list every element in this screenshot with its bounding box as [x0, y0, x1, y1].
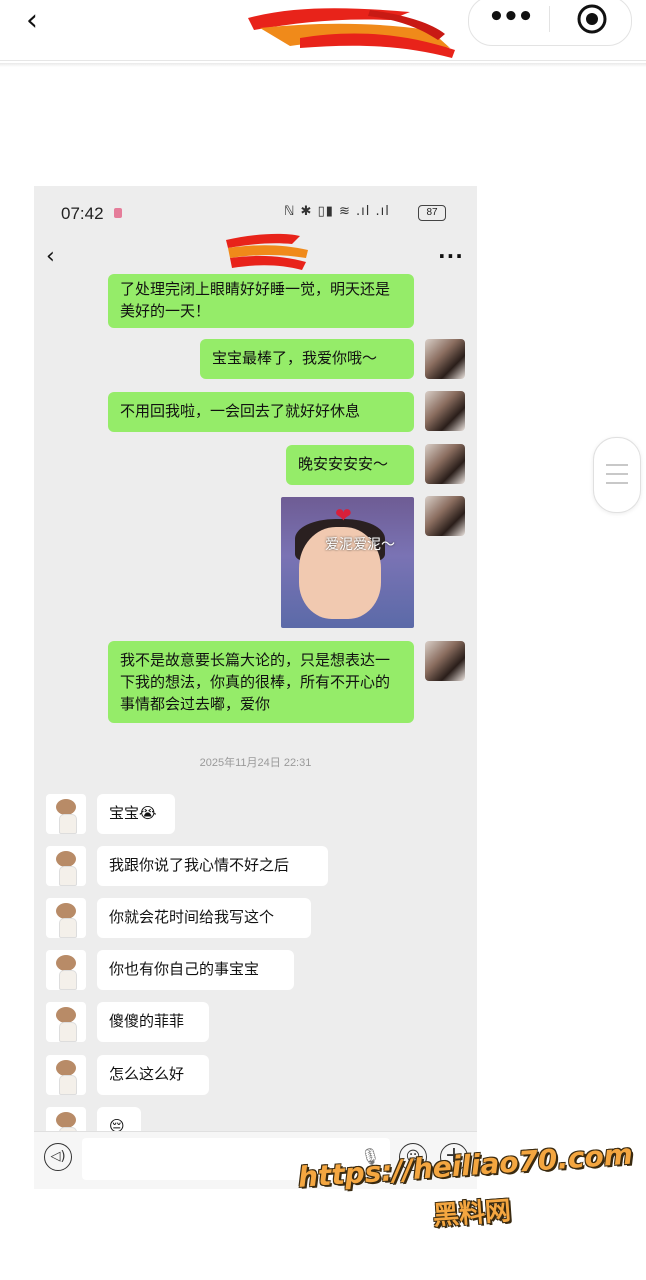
message-bubble-incoming[interactable]: 我跟你说了我心情不好之后: [97, 846, 328, 886]
message-text: 宝宝😭: [109, 804, 157, 822]
watermark-site-name: 黑料网: [432, 1196, 512, 1232]
sticker-caption: 爱泥爱泥～: [325, 537, 395, 553]
message-bubble-outgoing[interactable]: 宝宝最棒了，我爱你哦～: [200, 339, 414, 379]
avatar-contact[interactable]: [46, 1002, 86, 1042]
message-text: 怎么这么好: [109, 1065, 185, 1083]
chat-screenshot: 07:42 ℕ ✱ ▯▮ ≋ .ıl .ıl 87 ‹ ··· 了处理完闭上眼睛…: [34, 186, 477, 1189]
message-text: 你也有你自己的事宝宝: [109, 960, 260, 978]
message-bubble-outgoing[interactable]: 了处理完闭上眼睛好好睡一觉，明天还是美好的一天！: [108, 274, 414, 328]
close-target-icon[interactable]: [575, 2, 609, 36]
capsule-divider: [549, 6, 550, 32]
avatar-me[interactable]: [425, 444, 465, 484]
more-dots-icon[interactable]: •••: [488, 4, 534, 34]
message-text: 不用回我啦，一会回去了就好好休息: [120, 402, 361, 420]
avatar-me[interactable]: [425, 391, 465, 431]
message-text: 傻傻的菲菲: [109, 1012, 185, 1030]
chat-timestamp: 2025年11月24日 22:31: [199, 757, 312, 769]
voice-input-icon[interactable]: ◁): [44, 1143, 72, 1171]
message-text: 你就会花时间给我写这个: [109, 908, 275, 926]
avatar-contact[interactable]: [46, 950, 86, 990]
side-drawer-handle[interactable]: [593, 437, 641, 513]
battery-icon: 87: [418, 205, 446, 221]
status-icons: ℕ ✱ ▯▮ ≋ .ıl .ıl: [284, 204, 390, 219]
redacted-contact-scribble: [222, 228, 314, 276]
message-text: 宝宝最棒了，我爱你哦～: [212, 349, 378, 367]
message-bubble-incoming[interactable]: 你就会花时间给我写这个: [97, 898, 311, 938]
chat-more-icon[interactable]: ···: [438, 244, 464, 268]
back-chevron-icon[interactable]: ‹: [14, 6, 50, 42]
message-bubble-incoming[interactable]: 傻傻的菲菲: [97, 1002, 209, 1042]
divider: [0, 63, 646, 67]
avatar-contact[interactable]: [46, 846, 86, 886]
sticker-image[interactable]: ❤ 爱泥爱泥～: [281, 497, 414, 628]
message-text: 了处理完闭上眼睛好好睡一觉，明天还是美好的一天！: [120, 280, 391, 320]
watermark: https://heiliao70.com 黑料网: [297, 1138, 634, 1260]
message-bubble-outgoing[interactable]: 晚安安安安～: [286, 445, 414, 485]
chat-back-icon[interactable]: ‹: [46, 244, 55, 269]
avatar-me[interactable]: [425, 339, 465, 379]
message-bubble-outgoing[interactable]: 我不是故意要长篇大论的，只是想表达一下我的想法，你真的很棒，所有不开心的事情都会…: [108, 641, 414, 723]
message-text: 我不是故意要长篇大论的，只是想表达一下我的想法，你真的很棒，所有不开心的事情都会…: [120, 651, 391, 713]
heart-icon: ❤: [335, 503, 352, 527]
avatar-contact[interactable]: [46, 898, 86, 938]
avatar-contact[interactable]: [46, 1055, 86, 1095]
message-text: 我跟你说了我心情不好之后: [109, 856, 290, 874]
avatar-me[interactable]: [425, 641, 465, 681]
message-bubble-outgoing[interactable]: 不用回我啦，一会回去了就好好休息: [108, 392, 414, 432]
message-bubble-incoming[interactable]: 怎么这么好: [97, 1055, 209, 1095]
message-text: 晚安安安安～: [298, 455, 389, 473]
avatar-me[interactable]: [425, 496, 465, 536]
status-time: 07:42: [61, 204, 104, 223]
notification-icon: [114, 208, 122, 218]
message-bubble-incoming[interactable]: 你也有你自己的事宝宝: [97, 950, 294, 990]
avatar-contact[interactable]: [46, 794, 86, 834]
message-bubble-incoming[interactable]: 宝宝😭: [97, 794, 175, 834]
redacted-title-scribble: [240, 0, 470, 62]
